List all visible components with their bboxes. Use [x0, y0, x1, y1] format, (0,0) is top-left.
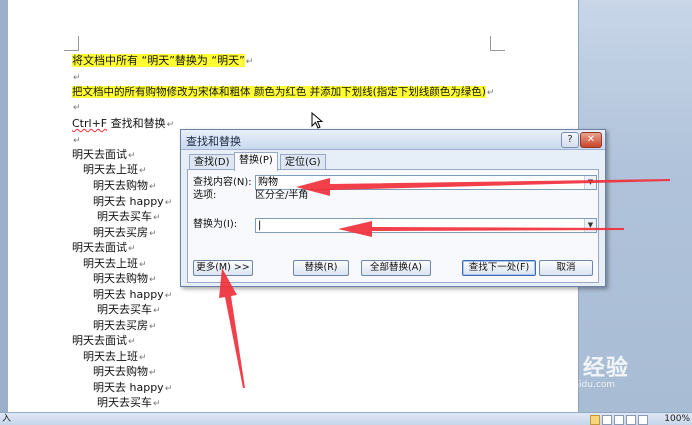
full-screen-icon[interactable]: [602, 415, 612, 425]
watermark-brand: Bai 经验: [532, 356, 629, 381]
arrow-to-find-input: [296, 178, 670, 196]
status-text: 入: [2, 414, 12, 424]
watermark-logo: Bai 经验 jingyan.baidu.com: [532, 350, 629, 390]
arrow-to-replace-input: [338, 221, 624, 237]
draft-icon[interactable]: [638, 415, 648, 425]
web-layout-icon[interactable]: [614, 415, 624, 425]
print-layout-icon[interactable]: [590, 415, 600, 425]
tab-replace[interactable]: 替换(P): [234, 152, 278, 171]
zoom-level[interactable]: 100%: [664, 413, 690, 425]
arrow-to-more-button: [219, 268, 245, 388]
status-bar: 入 100%: [0, 412, 692, 425]
outline-icon[interactable]: [626, 415, 636, 425]
watermark-url: jingyan.baidu.com: [532, 380, 616, 390]
